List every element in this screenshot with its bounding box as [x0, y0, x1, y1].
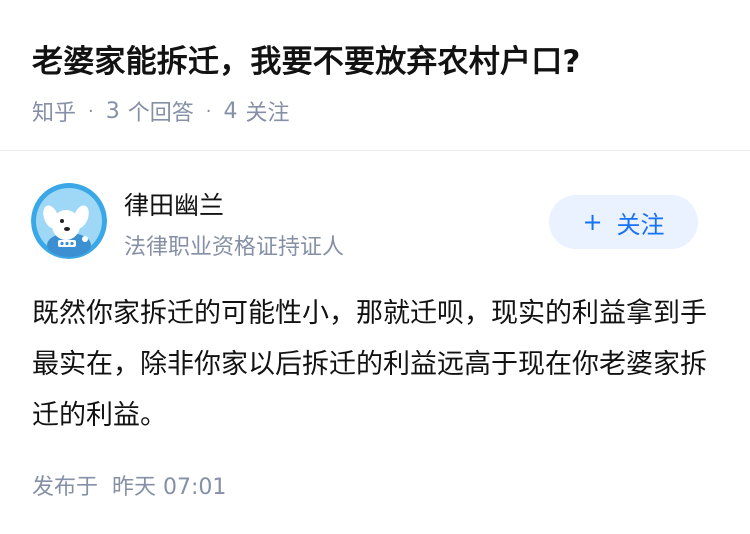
meta-separator: ·	[205, 100, 212, 122]
author-credential: 法律职业资格证持证人	[124, 235, 345, 260]
answer-content[interactable]: 既然你家拆迁的可能性小，那就迁呗，现实的利益拿到手最实在，除非你家以后拆迁的利益…	[32, 288, 712, 441]
publish-time: 昨天 07:01	[112, 475, 227, 500]
source-label[interactable]: 知乎	[32, 95, 76, 127]
author-name[interactable]: 律田幽兰	[124, 186, 224, 222]
question-meta: 知乎 · 3 个回答 · 4 关注	[32, 95, 290, 127]
follow-button[interactable]: + 关注	[549, 195, 698, 249]
follower-count: 4	[223, 98, 238, 124]
follower-count-label: 关注	[245, 101, 290, 126]
post-meta: 发布于 昨天 07:01	[32, 469, 226, 501]
plus-icon: +	[582, 208, 603, 236]
answer-count-label[interactable]: 个回答	[128, 95, 194, 127]
section-divider	[0, 150, 750, 151]
cartoon-dog-avatar-icon	[31, 183, 107, 259]
meta-separator: ·	[88, 100, 94, 122]
answer-count: 3	[105, 98, 120, 124]
publish-label: 发布于	[32, 475, 99, 500]
follow-button-label: 关注	[616, 210, 665, 239]
question-header: 老婆家能拆迁，我要不要放弃农村户口? 知乎 · 3 个回答 · 4 关注	[0, 0, 750, 150]
question-title[interactable]: 老婆家能拆迁，我要不要放弃农村户口?	[32, 36, 581, 81]
author-avatar[interactable]	[31, 183, 107, 259]
